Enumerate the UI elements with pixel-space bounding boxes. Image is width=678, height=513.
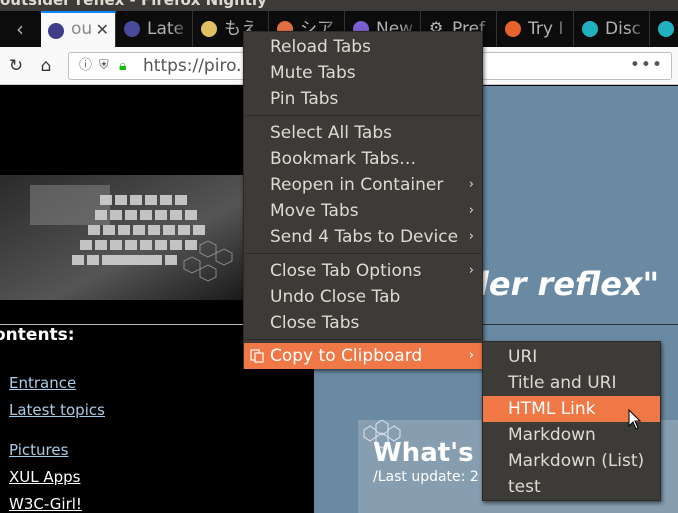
mouse-cursor-icon — [628, 409, 642, 430]
puzzle-icon — [582, 21, 598, 37]
tab-scroll-left-button[interactable]: ‹ — [0, 11, 40, 47]
menu-item-close-tab-options[interactable]: Close Tab Options › — [244, 258, 482, 284]
tab-fade — [629, 11, 649, 47]
submenu-arrow-icon: › — [468, 263, 474, 278]
reload-icon[interactable]: ↻ — [4, 54, 28, 78]
tab-try[interactable]: Try I — [498, 11, 574, 47]
firefox-icon — [505, 21, 521, 37]
menu-item-reload-tabs[interactable]: Reload Tabs — [244, 34, 482, 60]
tab-context-menu: Reload Tabs Mute Tabs Pin Tabs Select Al… — [243, 31, 483, 369]
menu-item-select-all-tabs[interactable]: Select All Tabs — [244, 120, 482, 146]
link-entrance[interactable]: Entrance — [9, 373, 76, 393]
menu-item-pin-tabs[interactable]: Pin Tabs — [244, 86, 482, 112]
link-w3c-girl[interactable]: W3C-Girl! — [9, 494, 82, 513]
tab-overflow[interactable] — [651, 11, 678, 47]
clipboard-icon — [250, 349, 264, 363]
link-xul-apps[interactable]: XUL Apps — [9, 467, 81, 487]
menu-item-mute-tabs[interactable]: Mute Tabs — [244, 60, 482, 86]
tab-outsider-reflex[interactable]: ou ✕ — [41, 11, 116, 47]
tab-latest[interactable]: Late — [117, 11, 193, 47]
tab-fade — [172, 11, 192, 47]
menu-separator — [245, 339, 481, 340]
tab-label: ou — [71, 19, 93, 39]
home-icon[interactable]: ⌂ — [34, 54, 58, 78]
lock-icon[interactable]: 🔒︎ — [119, 56, 126, 76]
menu-separator — [245, 115, 481, 116]
tab-discourse[interactable]: Disc — [575, 11, 650, 47]
menu-item-undo-close-tab[interactable]: Undo Close Tab — [244, 284, 482, 310]
menu-item-bookmark-tabs[interactable]: Bookmark Tabs… — [244, 146, 482, 172]
submenu-arrow-icon: › — [468, 203, 474, 218]
link-pictures[interactable]: Pictures — [9, 440, 68, 460]
site-headline: der reflex" — [466, 265, 660, 303]
character-icon — [201, 21, 217, 37]
puzzle-icon — [658, 21, 674, 37]
menu-item-reopen-in-container[interactable]: Reopen in Container › — [244, 172, 482, 198]
menu-item-close-tabs[interactable]: Close Tabs — [244, 310, 482, 336]
submenu-item-markdown-list[interactable]: Markdown (List) — [483, 448, 660, 474]
submenu-arrow-icon: › — [468, 229, 474, 244]
menu-item-send-tabs-to-device[interactable]: Send 4 Tabs to Device › — [244, 224, 482, 250]
submenu-item-title-and-uri[interactable]: Title and URI — [483, 370, 660, 396]
tab-fade — [553, 11, 573, 47]
news-subtitle: /Last update: 2 — [373, 469, 479, 485]
keyboard-photo — [0, 175, 244, 300]
window-titlebar: outsider reflex - Firefox Nightly — [0, 0, 678, 11]
url-text[interactable]: https://piro. — [143, 54, 242, 78]
menu-item-move-tabs[interactable]: Move Tabs › — [244, 198, 482, 224]
submenu-arrow-icon: › — [468, 348, 474, 363]
link-latest-topics[interactable]: Latest topics — [9, 400, 105, 420]
page-actions-icon[interactable]: ••• — [630, 53, 663, 77]
menu-separator — [245, 253, 481, 254]
close-tab-icon[interactable]: ✕ — [96, 13, 109, 46]
info-icon[interactable]: ⓘ — [79, 56, 92, 76]
submenu-arrow-icon: › — [468, 177, 474, 192]
window-title: outsider reflex - Firefox Nightly — [0, 0, 267, 9]
contents-heading: ontents: — [0, 325, 75, 345]
site-icon — [124, 21, 140, 37]
shield-icon[interactable]: ⛨ — [99, 56, 109, 76]
site-icon — [48, 23, 64, 39]
submenu-item-uri[interactable]: URI — [483, 344, 660, 370]
submenu-item-test[interactable]: test — [483, 474, 660, 500]
menu-item-copy-to-clipboard[interactable]: Copy to Clipboard › — [244, 343, 482, 369]
